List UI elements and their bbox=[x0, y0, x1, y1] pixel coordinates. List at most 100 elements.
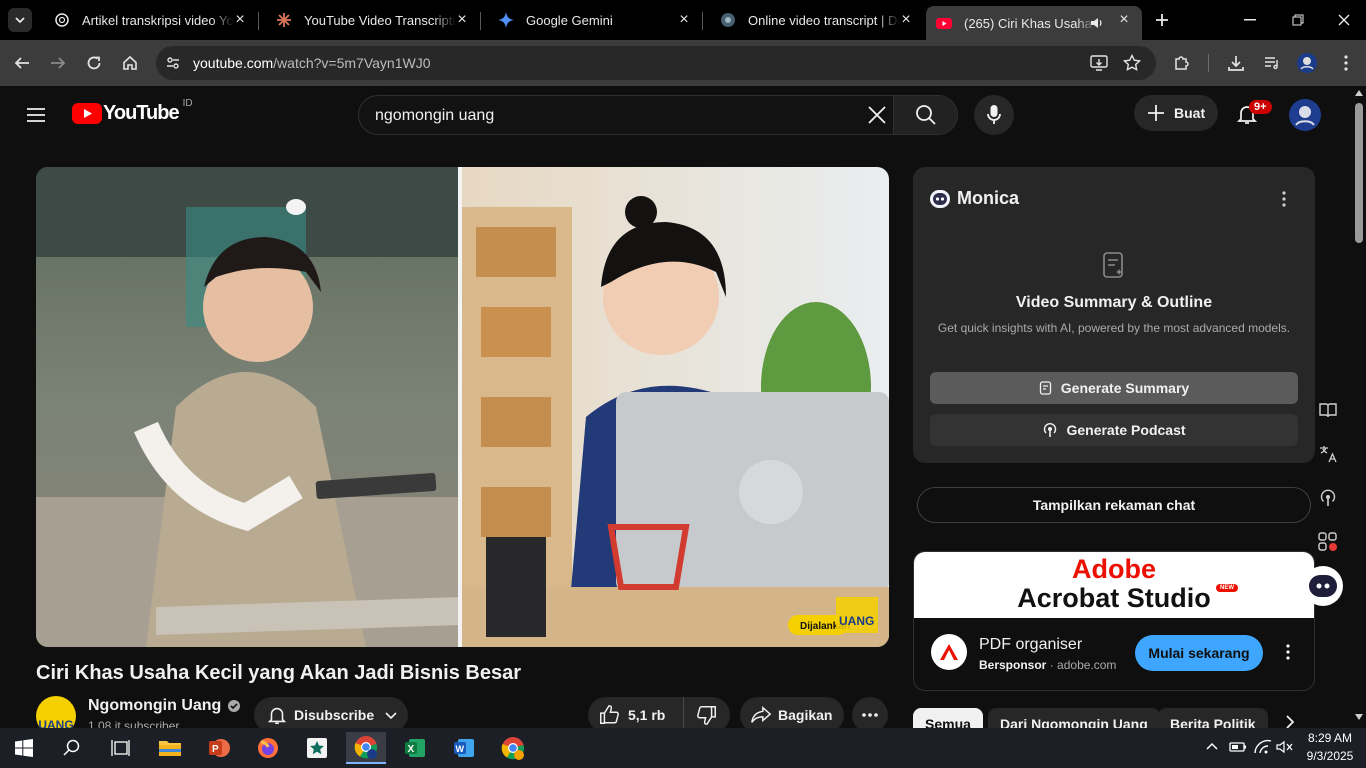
tab-youtube-active[interactable]: (265) Ciri Khas Usaha Kecil yang Akan Ja… bbox=[926, 6, 1142, 40]
close-tab-icon[interactable]: × bbox=[676, 12, 692, 28]
minimize-button[interactable] bbox=[1232, 12, 1268, 28]
scroll-down-arrow-icon[interactable] bbox=[1355, 714, 1363, 720]
volume-muted-icon[interactable] bbox=[1276, 740, 1294, 754]
chips-next-icon[interactable] bbox=[1280, 712, 1300, 728]
close-tab-icon[interactable]: × bbox=[1116, 12, 1132, 28]
gemini-icon bbox=[498, 12, 514, 28]
more-actions-button[interactable] bbox=[852, 697, 888, 728]
search-box[interactable]: ngomongin uang bbox=[358, 95, 958, 135]
task-view-icon bbox=[111, 740, 130, 756]
address-bar[interactable]: youtube.com/watch?v=5m7Vayn1WJ0 bbox=[156, 46, 1156, 80]
taskbar-excel[interactable]: X bbox=[395, 732, 435, 764]
search-input[interactable]: ngomongin uang bbox=[375, 107, 494, 125]
close-tab-icon[interactable]: × bbox=[898, 12, 914, 28]
new-tab-button[interactable] bbox=[1150, 8, 1174, 32]
voice-search-button[interactable] bbox=[974, 95, 1014, 135]
install-app-icon[interactable] bbox=[1090, 54, 1108, 72]
taskbar-search-button[interactable] bbox=[52, 732, 92, 764]
tab-title: Artikel transkripsi video YouTube bbox=[82, 12, 234, 28]
rail-apps-icon[interactable] bbox=[1314, 528, 1342, 556]
close-tab-icon[interactable]: × bbox=[454, 12, 470, 28]
wifi-icon[interactable] bbox=[1254, 739, 1272, 755]
generate-summary-button[interactable]: Generate Summary bbox=[930, 372, 1298, 404]
monica-menu-icon[interactable] bbox=[1282, 191, 1286, 207]
subscribe-button[interactable]: Disubscribe bbox=[254, 697, 408, 728]
search-button[interactable] bbox=[893, 96, 957, 134]
word-icon: W bbox=[454, 739, 474, 757]
taskbar-app-star[interactable] bbox=[297, 732, 337, 764]
clock-date[interactable]: 9/3/2025 bbox=[1300, 749, 1360, 763]
restore-button[interactable] bbox=[1280, 12, 1316, 28]
scrollbar-thumb[interactable] bbox=[1355, 103, 1363, 243]
taskbar-chrome-active[interactable] bbox=[346, 732, 386, 764]
tab-descript[interactable]: Online video transcript | Descript × bbox=[702, 0, 924, 40]
ad-menu-icon[interactable] bbox=[1286, 644, 1290, 660]
media-control-button[interactable] bbox=[1258, 49, 1286, 77]
reload-button[interactable] bbox=[80, 49, 108, 77]
monica-launcher-button[interactable] bbox=[1303, 566, 1343, 606]
chip-from-channel[interactable]: Dari Ngomongin Uang bbox=[988, 708, 1160, 728]
subscribe-label: Disubscribe bbox=[294, 707, 375, 723]
monica-title: Monica bbox=[957, 188, 1020, 208]
tab-search-button[interactable] bbox=[8, 8, 32, 32]
svg-text:P: P bbox=[212, 744, 219, 755]
arrow-right-icon bbox=[51, 57, 66, 69]
chip-politics[interactable]: Berita Politik bbox=[1158, 708, 1268, 728]
share-button[interactable]: Bagikan bbox=[740, 697, 844, 728]
scroll-up-arrow-icon[interactable] bbox=[1355, 90, 1363, 96]
browser-toolbar: youtube.com/watch?v=5m7Vayn1WJ0 bbox=[0, 40, 1366, 86]
task-view-button[interactable] bbox=[100, 732, 140, 764]
video-player[interactable]: Dijalankan UANG bbox=[36, 167, 889, 647]
close-tab-icon[interactable]: × bbox=[232, 12, 248, 28]
folder-icon bbox=[159, 741, 181, 756]
taskbar-firefox[interactable] bbox=[248, 732, 288, 764]
tab-claude[interactable]: YouTube Video Transcription × bbox=[258, 0, 480, 40]
start-button[interactable] bbox=[4, 732, 44, 764]
battery-icon[interactable] bbox=[1229, 740, 1247, 754]
downloads-button[interactable] bbox=[1222, 49, 1250, 77]
rail-reader-icon[interactable] bbox=[1314, 396, 1342, 424]
download-icon bbox=[1228, 56, 1244, 71]
channel-name-row[interactable]: Ngomongin Uang bbox=[88, 697, 241, 715]
taskbar-file-explorer[interactable] bbox=[150, 732, 190, 764]
profile-avatar[interactable] bbox=[1293, 49, 1321, 77]
ad-banner[interactable]: Adobe Acrobat Studio NEW bbox=[914, 552, 1314, 618]
create-button[interactable]: Buat bbox=[1134, 95, 1218, 131]
account-avatar[interactable] bbox=[1289, 99, 1321, 131]
chip-all[interactable]: Semua bbox=[913, 708, 983, 728]
powerpoint-icon: P bbox=[209, 739, 230, 757]
generate-podcast-button[interactable]: Generate Podcast bbox=[930, 414, 1298, 446]
clock-time[interactable]: 8:29 AM bbox=[1300, 731, 1360, 745]
home-button[interactable] bbox=[116, 49, 144, 77]
verified-badge-icon bbox=[228, 700, 241, 712]
taskbar-chrome-profile2[interactable] bbox=[493, 732, 533, 764]
forward-button[interactable] bbox=[44, 49, 72, 77]
bookmark-star-icon[interactable] bbox=[1123, 54, 1141, 72]
rail-translate-icon[interactable] bbox=[1314, 440, 1342, 468]
dislike-button[interactable] bbox=[684, 704, 730, 726]
clear-search-icon[interactable] bbox=[867, 105, 887, 125]
taskbar-word[interactable]: W bbox=[444, 732, 484, 764]
monica-logo-icon bbox=[1309, 575, 1337, 597]
back-button[interactable] bbox=[8, 49, 36, 77]
tab-gemini[interactable]: Google Gemini × bbox=[480, 0, 702, 40]
page-scrollbar[interactable] bbox=[1352, 86, 1366, 728]
tab-chatgpt[interactable]: Artikel transkripsi video YouTube × bbox=[36, 0, 258, 40]
extensions-button[interactable] bbox=[1168, 49, 1196, 77]
show-chat-replay-button[interactable]: Tampilkan rekaman chat bbox=[917, 487, 1311, 523]
tray-overflow-icon[interactable] bbox=[1205, 740, 1219, 754]
channel-avatar[interactable]: UANG bbox=[36, 696, 76, 728]
close-window-button[interactable] bbox=[1326, 12, 1362, 28]
channel-name[interactable]: Ngomongin Uang bbox=[88, 697, 221, 715]
video-frame[interactable]: Dijalankan UANG bbox=[36, 167, 889, 647]
rail-podcast-icon[interactable] bbox=[1314, 484, 1342, 512]
hamburger-menu-icon[interactable] bbox=[24, 103, 48, 127]
site-info-icon[interactable] bbox=[164, 54, 182, 72]
ad-sponsored-label: Bersponsor bbox=[979, 658, 1047, 672]
like-button[interactable]: 5,1 rb bbox=[588, 697, 684, 728]
youtube-logo[interactable]: YouTube ID bbox=[72, 98, 193, 125]
chrome-menu-button[interactable] bbox=[1332, 49, 1360, 77]
sponsored-ad[interactable]: Adobe Acrobat Studio NEW PDF organiser B… bbox=[913, 551, 1315, 691]
ad-cta-button[interactable]: Mulai sekarang bbox=[1135, 635, 1263, 671]
taskbar-powerpoint[interactable]: P bbox=[199, 732, 239, 764]
